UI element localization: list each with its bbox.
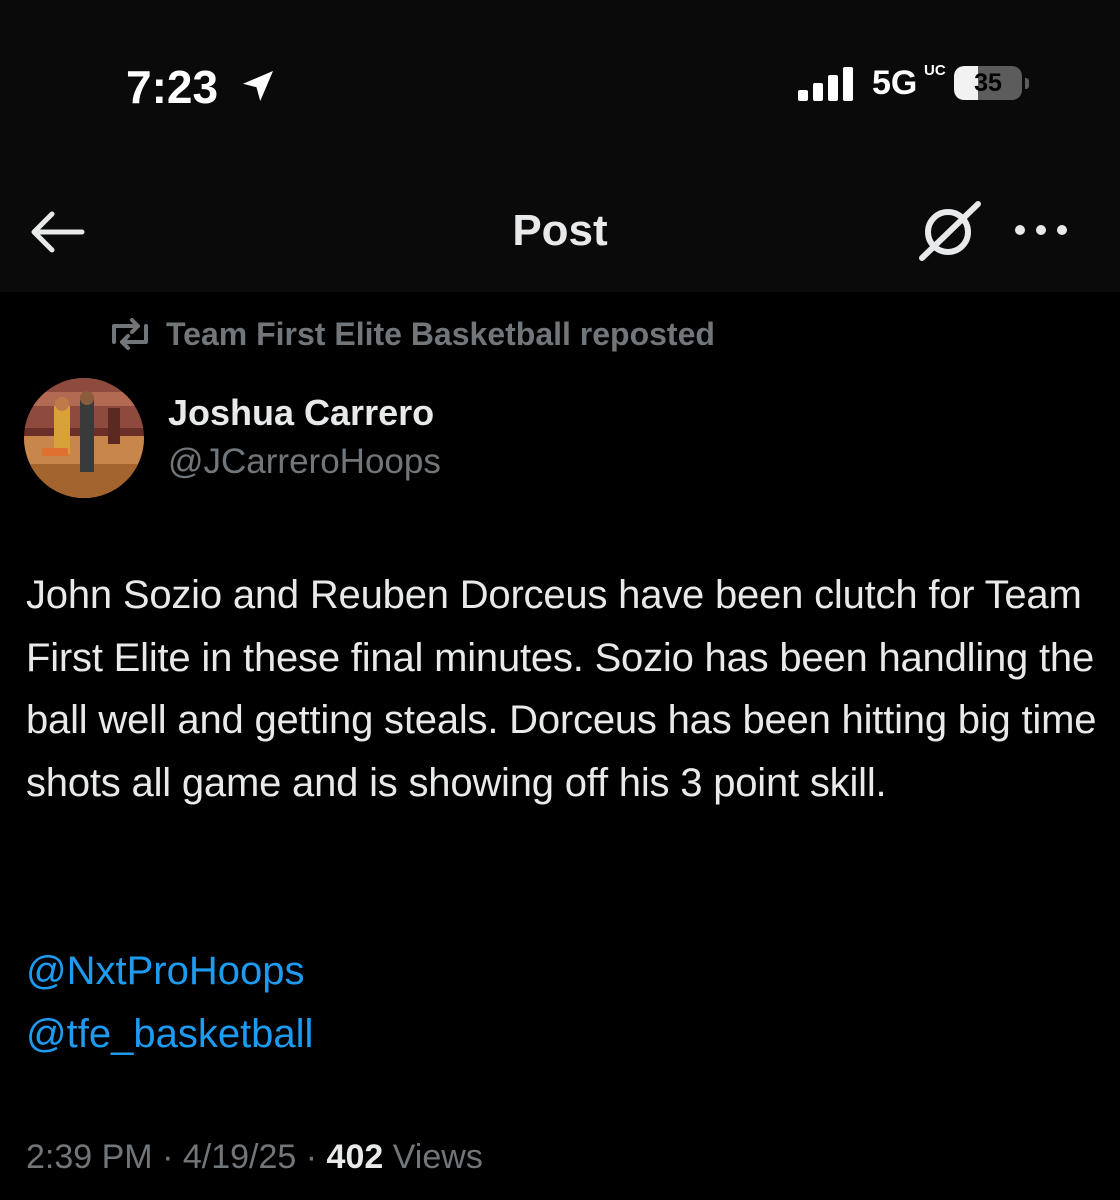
post-meta: 2:39 PM · 4/19/25 · 402 Views [26, 1138, 483, 1177]
battery-cap [1025, 78, 1029, 89]
grok-button[interactable] [914, 198, 986, 264]
mention-link[interactable]: @NxtProHoops [26, 940, 313, 1003]
grok-icon [919, 201, 981, 261]
views-label: Views [392, 1138, 483, 1176]
nav-bar: Post [0, 170, 1120, 292]
author-name[interactable]: Joshua Carrero [168, 392, 434, 434]
mention-link[interactable]: @tfe_basketball [26, 1003, 313, 1066]
location-arrow-icon [243, 71, 273, 101]
author-handle[interactable]: @JCarreroHoops [168, 442, 441, 482]
repost-label[interactable]: Team First Elite Basketball reposted [166, 316, 715, 353]
repost-context: Team First Elite Basketball reposted [108, 314, 715, 354]
views-count[interactable]: 402 [327, 1138, 384, 1176]
more-button[interactable] [1010, 216, 1072, 244]
post-time: 2:39 PM [26, 1138, 153, 1176]
network-suffix: UC [924, 62, 946, 79]
avatar[interactable] [24, 378, 144, 498]
status-time: 7:23 [126, 61, 219, 113]
battery-level: 35 [974, 69, 1002, 97]
status-bar: 7:23 5G UC 35 [0, 0, 1120, 170]
network-type: 5G [872, 64, 918, 102]
post-text: John Sozio and Reuben Dorceus have been … [26, 573, 1097, 805]
meta-separator: · [305, 1138, 318, 1176]
avatar-photo [24, 378, 144, 498]
cellular-signal-icon [798, 67, 853, 101]
more-horizontal-icon [1015, 225, 1067, 235]
repost-icon [112, 318, 148, 350]
battery-indicator: 35 [954, 66, 1022, 100]
meta-separator: · [162, 1138, 174, 1176]
post-date: 4/19/25 [182, 1138, 297, 1176]
mentions: @NxtProHoops @tfe_basketball [26, 940, 313, 1065]
